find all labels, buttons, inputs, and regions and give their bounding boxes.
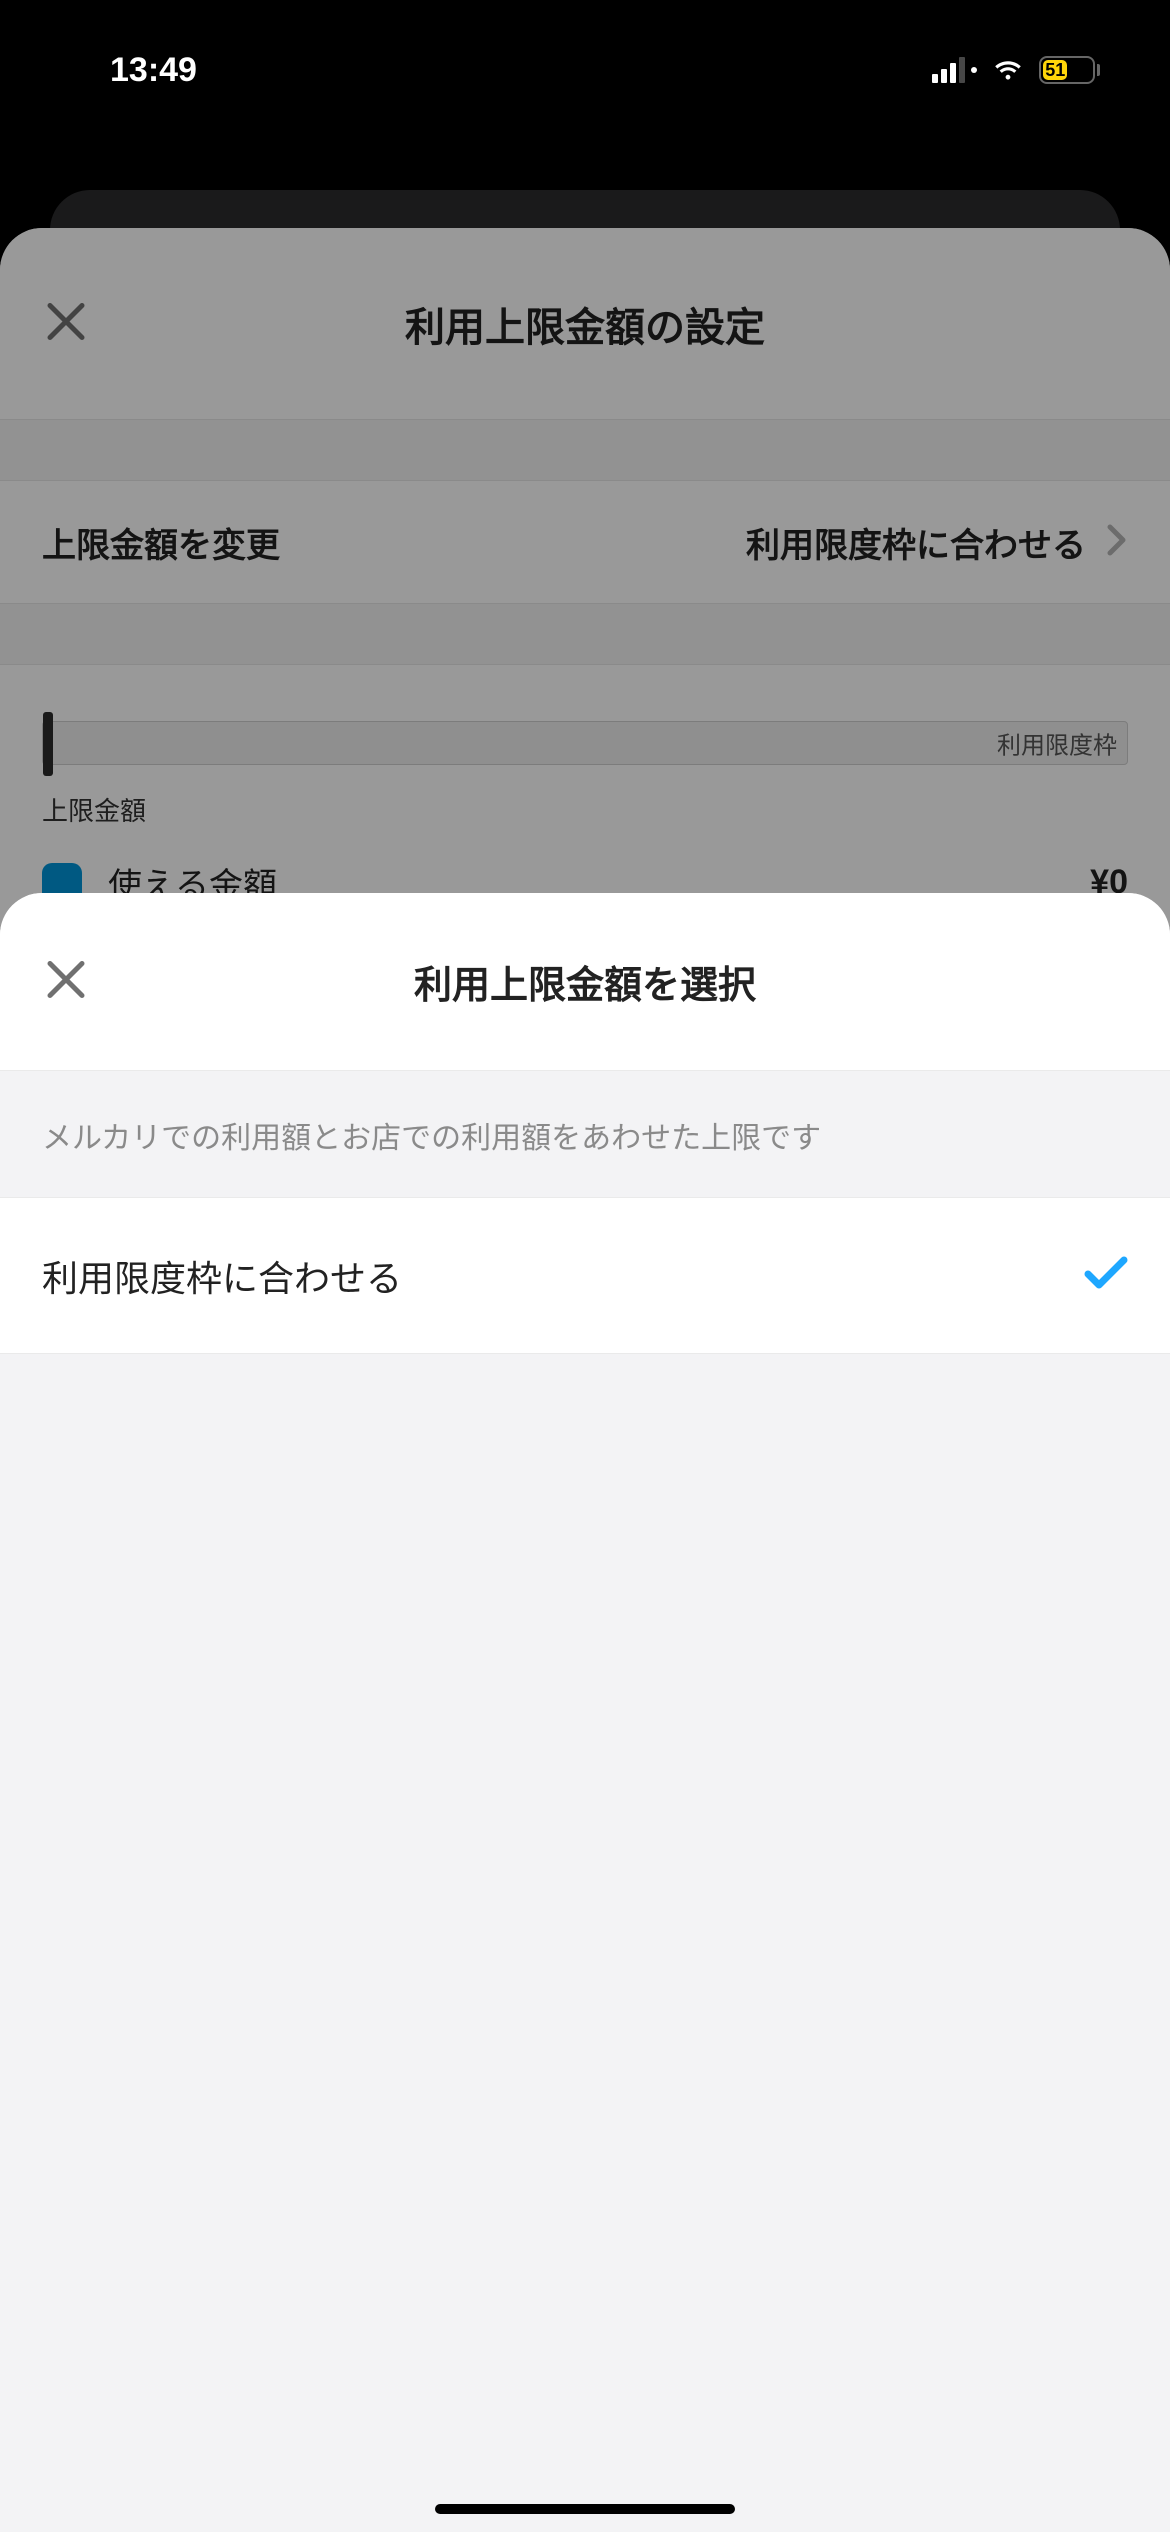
wifi-icon bbox=[991, 58, 1025, 82]
battery-icon: 51 bbox=[1039, 56, 1100, 84]
cellular-icon bbox=[932, 57, 977, 83]
home-indicator[interactable] bbox=[435, 2504, 735, 2514]
picker-option[interactable]: 利用限度枠に合わせる bbox=[0, 1198, 1170, 1354]
picker-title: 利用上限金額を選択 bbox=[414, 954, 756, 1009]
status-bar: 13:49 51 bbox=[0, 0, 1170, 140]
picker-option-label: 利用限度枠に合わせる bbox=[42, 1250, 402, 1302]
picker-description: メルカリでの利用額とお店での利用額をあわせた上限です bbox=[0, 1071, 1170, 1198]
picker-sheet: 利用上限金額を選択 メルカリでの利用額とお店での利用額をあわせた上限です 利用限… bbox=[0, 893, 1170, 2532]
battery-pct: 51 bbox=[1043, 60, 1067, 80]
picker-header: 利用上限金額を選択 bbox=[0, 893, 1170, 1071]
status-time: 13:49 bbox=[110, 51, 197, 90]
status-indicators: 51 bbox=[932, 56, 1100, 84]
close-icon[interactable] bbox=[42, 955, 90, 1008]
check-icon bbox=[1084, 1256, 1128, 1295]
